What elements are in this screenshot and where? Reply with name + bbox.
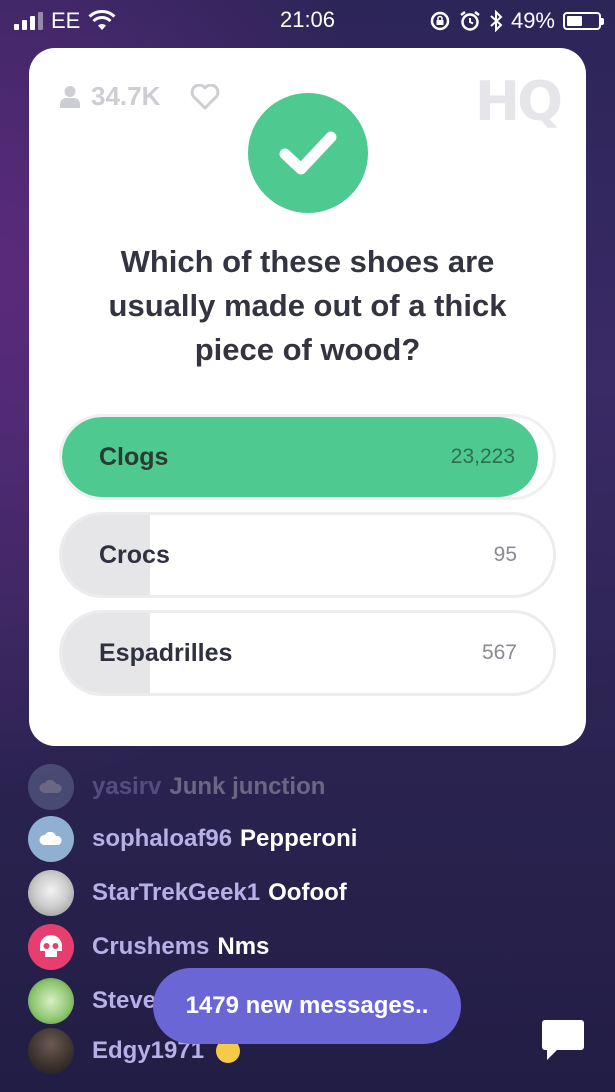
status-bar: EE 21:06 49% <box>0 0 615 40</box>
chat-message: Steve <box>28 978 164 1024</box>
chat-text: Junk junction <box>169 773 326 800</box>
answer-option-1: Clogs 23,223 <box>59 414 556 500</box>
answer-count: 95 <box>493 543 517 566</box>
checkmark-icon <box>279 131 337 175</box>
photo-avatar <box>28 1028 74 1074</box>
battery-icon <box>563 12 604 30</box>
hq-logo: HQ <box>474 70 563 133</box>
bluetooth-icon <box>490 10 503 32</box>
answer-label: Clogs <box>99 443 169 471</box>
rotation-lock-icon <box>430 11 450 31</box>
chat-username: StarTrekGeek1 <box>92 879 261 906</box>
question-text: Which of these shoes are usually made ou… <box>108 244 507 367</box>
chat-text: Pepperoni <box>240 825 358 852</box>
skull-icon <box>40 935 62 957</box>
answer-label: Espadrilles <box>99 639 233 667</box>
question-card: 34.7K HQ Which of these shoes are usuall… <box>29 48 586 746</box>
chat-username: sophaloaf96 <box>92 825 233 852</box>
chat-username: yasirv <box>92 773 162 800</box>
status-right: 49% <box>429 8 604 34</box>
answer-option-2: Crocs 95 <box>59 512 556 598</box>
cloud-icon <box>39 832 62 845</box>
answer-label: Crocs <box>99 541 170 569</box>
photo-avatar <box>28 870 74 916</box>
alarm-icon <box>460 11 480 31</box>
cloud-avatar <box>28 816 74 862</box>
chat-text: Oofoof <box>268 879 347 906</box>
chat-username: Steve <box>92 987 157 1014</box>
cloud-icon <box>39 780 62 793</box>
heart-icon[interactable] <box>190 83 220 110</box>
answer-count: 567 <box>481 641 517 664</box>
new-messages-button[interactable]: 1479 new messages.. <box>153 968 461 1044</box>
person-icon <box>60 85 80 108</box>
chat-username: Crushems <box>92 933 210 960</box>
skull-avatar <box>28 924 74 970</box>
chat-message: yasirv Junk junction <box>28 764 325 810</box>
chat-message: StarTrekGeek1 Oofoof <box>28 870 347 916</box>
chat-bubble-icon[interactable] <box>539 1016 587 1064</box>
viewer-count: 34.7K <box>59 81 220 112</box>
correct-check-icon <box>248 93 368 213</box>
badge-avatar <box>28 978 74 1024</box>
battery-percent: 49% <box>510 8 555 33</box>
chat-text: Nms <box>217 933 270 960</box>
cloud-avatar <box>28 764 74 810</box>
answer-count: 23,223 <box>450 445 515 468</box>
answer-option-3: Espadrilles 567 <box>59 610 556 696</box>
chat-message: sophaloaf96 Pepperoni <box>28 816 357 862</box>
viewer-count-label: 34.7K <box>91 81 161 111</box>
chat-message: Crushems Nms <box>28 924 269 970</box>
